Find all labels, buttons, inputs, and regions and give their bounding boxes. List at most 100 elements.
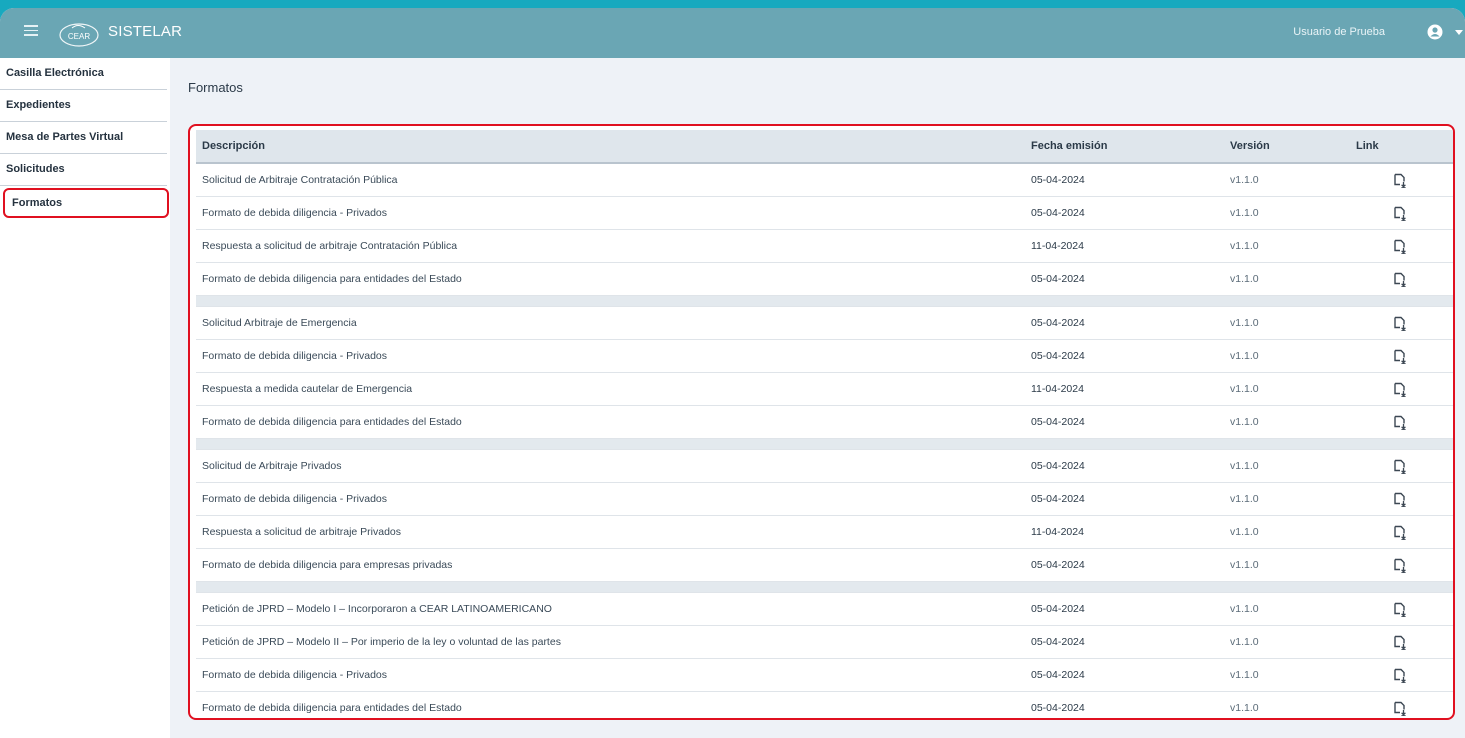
cell-descripcion: Respuesta a solicitud de arbitraje Priva… [202,526,402,538]
cell-fecha-emision: 05-04-2024 [1031,416,1085,428]
header-descripcion: Descripción [202,140,265,152]
cell-fecha-emision: 05-04-2024 [1031,460,1085,472]
cell-fecha-emision: 11-04-2024 [1031,526,1084,538]
table-row[interactable]: Formato de debida diligencia para entida… [196,406,1453,439]
cell-version: v1.1.0 [1230,603,1259,615]
cell-descripcion: Petición de JPRD – Modelo I – Incorporar… [202,603,552,615]
sidebar-item-formatos[interactable]: Formatos [3,188,169,218]
table-row[interactable]: Petición de JPRD – Modelo II – Por imper… [196,626,1453,659]
group-separator [196,439,1453,450]
cell-version: v1.1.0 [1230,317,1259,329]
app-title: SISTELAR [108,23,183,40]
cell-fecha-emision: 05-04-2024 [1031,493,1085,505]
cell-descripcion: Formato de debida diligencia - Privados [202,207,388,219]
cell-version: v1.1.0 [1230,702,1259,714]
file-download-icon[interactable] [1393,525,1407,540]
table-row[interactable]: Formato de debida diligencia - Privados 0… [196,483,1453,516]
table-row[interactable]: Respuesta a medida cautelar de Emergenci… [196,373,1453,406]
file-download-icon[interactable] [1393,558,1407,573]
hamburger-menu-icon[interactable] [24,22,38,38]
file-download-icon[interactable] [1393,206,1407,221]
cell-descripcion: Petición de JPRD – Modelo II – Por imper… [202,636,561,648]
file-download-icon[interactable] [1393,382,1407,397]
logo-text: CEAR [68,32,90,41]
cell-descripcion: Respuesta a medida cautelar de Emergenci… [202,383,413,395]
cell-version: v1.1.0 [1230,669,1259,681]
table-row[interactable]: Formato de debida diligencia - Privados 0… [196,340,1453,373]
cell-version: v1.1.0 [1230,526,1259,538]
table-row[interactable]: Formato de debida diligencia - Privados 0… [196,197,1453,230]
sidebar-item-mesa-de-partes-virtual[interactable]: Mesa de Partes Virtual [0,122,167,154]
user-menu-caret-icon[interactable] [1455,30,1463,35]
table-row[interactable]: Petición de JPRD – Modelo I – Incorporar… [196,593,1453,626]
cell-descripcion: Solicitud de Arbitraje Contratación Públ… [202,174,398,186]
sidebar-item-casilla-electronica[interactable]: Casilla Electrónica [0,58,167,90]
file-download-icon[interactable] [1393,239,1407,254]
file-download-icon[interactable] [1393,602,1407,617]
main-content: Formatos Descripción Fecha emisión Versi… [170,58,1465,738]
formats-table: Descripción Fecha emisión Versión Link S… [188,124,1455,720]
cell-version: v1.1.0 [1230,493,1259,505]
top-bar: CEAR SISTELAR Usuario de Prueba [0,8,1465,58]
app-window: CEAR SISTELAR Usuario de Prueba Casilla … [0,8,1465,738]
cell-version: v1.1.0 [1230,416,1259,428]
table-row[interactable]: Solicitud Arbitraje de Emergencia 05-04-2… [196,307,1453,340]
table-row[interactable]: Formato de debida diligencia - Privados 0… [196,659,1453,692]
cell-version: v1.1.0 [1230,240,1259,252]
file-download-icon[interactable] [1393,316,1407,331]
cell-fecha-emision: 05-04-2024 [1031,207,1085,219]
cell-descripcion: Formato de debida diligencia - Privados [202,350,388,362]
cell-fecha-emision: 05-04-2024 [1031,273,1085,285]
page-title: Formatos [188,80,243,95]
cell-descripcion: Formato de debida diligencia para empres… [202,559,453,571]
cear-logo: CEAR [59,23,99,47]
file-download-icon[interactable] [1393,349,1407,364]
table-row[interactable]: Respuesta a solicitud de arbitraje Contr… [196,230,1453,263]
cell-fecha-emision: 05-04-2024 [1031,636,1085,648]
table-row[interactable]: Formato de debida diligencia para entida… [196,263,1453,296]
cell-version: v1.1.0 [1230,273,1259,285]
cell-version: v1.1.0 [1230,350,1259,362]
header-version: Versión [1230,140,1270,152]
table-row[interactable]: Respuesta a solicitud de arbitraje Priva… [196,516,1453,549]
cell-fecha-emision: 05-04-2024 [1031,317,1085,329]
table-header: Descripción Fecha emisión Versión Link [196,130,1453,164]
table-row[interactable]: Formato de debida diligencia para entida… [196,692,1453,718]
header-fecha-emision: Fecha emisión [1031,140,1108,152]
table-row[interactable]: Solicitud de Arbitraje Privados 05-04-202… [196,450,1453,483]
group-separator [196,296,1453,307]
file-download-icon[interactable] [1393,635,1407,650]
file-download-icon[interactable] [1393,272,1407,287]
cell-fecha-emision: 05-04-2024 [1031,559,1085,571]
cell-fecha-emision: 11-04-2024 [1031,383,1084,395]
cell-descripcion: Formato de debida diligencia para entida… [202,702,462,714]
cell-fecha-emision: 05-04-2024 [1031,603,1085,615]
cell-version: v1.1.0 [1230,559,1259,571]
cell-descripcion: Formato de debida diligencia - Privados [202,669,388,681]
sidebar-item-expedientes[interactable]: Expedientes [0,90,167,122]
user-name[interactable]: Usuario de Prueba [1293,26,1385,38]
cell-descripcion: Formato de debida diligencia para entida… [202,416,462,428]
cell-descripcion: Respuesta a solicitud de arbitraje Contr… [202,240,458,252]
table-row[interactable]: Formato de debida diligencia para empres… [196,549,1453,582]
file-download-icon[interactable] [1393,492,1407,507]
file-download-icon[interactable] [1393,415,1407,430]
user-circle-icon[interactable] [1427,24,1443,40]
table-row[interactable]: Solicitud de Arbitraje Contratación Públ… [196,164,1453,197]
header-link: Link [1356,140,1379,152]
cell-descripcion: Solicitud Arbitraje de Emergencia [202,317,357,329]
cell-version: v1.1.0 [1230,207,1259,219]
file-download-icon[interactable] [1393,459,1407,474]
cell-version: v1.1.0 [1230,174,1259,186]
cell-fecha-emision: 05-04-2024 [1031,669,1085,681]
cell-descripcion: Formato de debida diligencia para entida… [202,273,462,285]
cell-fecha-emision: 05-04-2024 [1031,174,1085,186]
cell-descripcion: Solicitud de Arbitraje Privados [202,460,342,472]
sidebar-item-solicitudes[interactable]: Solicitudes [0,154,167,186]
cell-fecha-emision: 11-04-2024 [1031,240,1084,252]
file-download-icon[interactable] [1393,701,1407,716]
file-download-icon[interactable] [1393,668,1407,683]
file-download-icon[interactable] [1393,173,1407,188]
sidebar: Casilla Electrónica Expedientes Mesa de … [0,58,170,738]
cell-version: v1.1.0 [1230,383,1259,395]
